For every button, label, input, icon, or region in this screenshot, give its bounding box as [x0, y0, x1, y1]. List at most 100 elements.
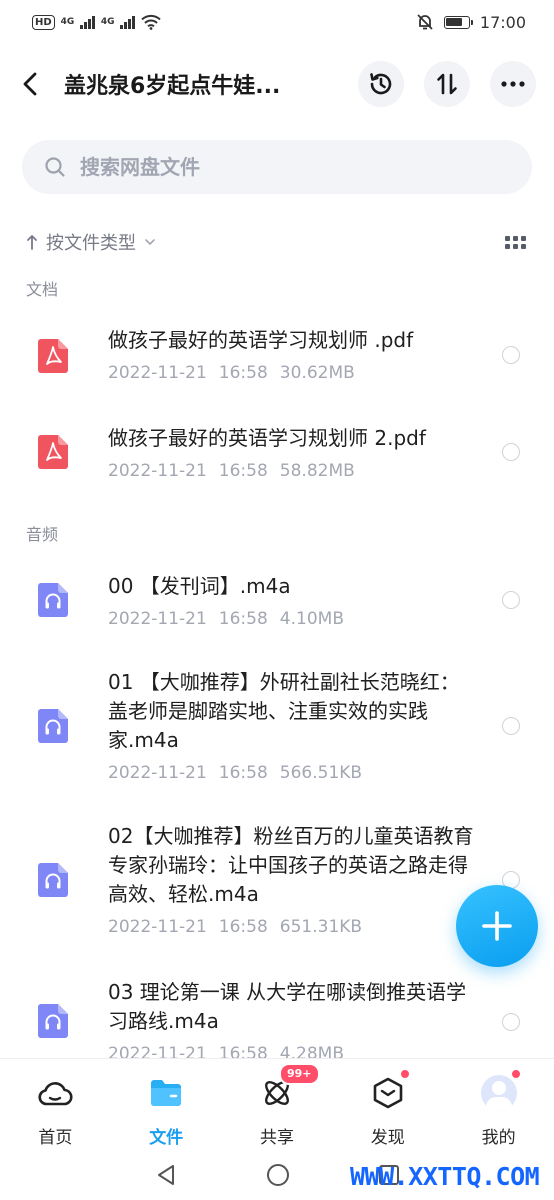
pdf-file-icon — [38, 435, 68, 469]
back-button[interactable] — [22, 64, 54, 104]
file-text: 做孩子最好的英语学习规划师 2.pdf 2022-11-21 16:58 58.82… — [108, 424, 478, 481]
list-item[interactable]: 03 理论第一课 从大学在哪读倒推英语学习路线.m4a 2022-11-21 16… — [0, 972, 554, 1058]
file-name: 01 【大咖推荐】外研社副社长范晓红：盖老师是脚踏实地、注重实效的实践家.m4a — [108, 670, 460, 752]
grid-view-icon[interactable] — [505, 235, 526, 249]
sort-order-button[interactable] — [424, 61, 470, 107]
list-item[interactable]: 做孩子最好的英语学习规划师 .pdf 2022-11-21 16:58 30.62M… — [0, 312, 554, 398]
add-button[interactable] — [456, 885, 538, 967]
audio-file-icon — [38, 863, 68, 897]
chevron-down-icon — [145, 239, 155, 245]
nav-label: 共享 — [259, 1128, 294, 1148]
history-icon — [370, 73, 392, 95]
file-name: 做孩子最好的英语学习规划师 .pdf — [108, 328, 414, 352]
search-bar[interactable] — [22, 140, 532, 194]
select-radio[interactable] — [502, 591, 520, 609]
file-date: 2022-11-21 — [108, 1044, 207, 1058]
file-text: 00 【发刊词】.m4a 2022-11-21 16:58 4.10MB — [108, 572, 478, 629]
battery-icon — [443, 15, 473, 29]
network-label-1: 4G — [60, 17, 75, 27]
hd-badge: HD — [32, 14, 55, 30]
nav-item-discover[interactable]: 发现 — [332, 1059, 443, 1150]
sort-row: 按文件类型 — [26, 224, 526, 260]
bottom-nav: 首页 文件 99+ 共享 发现 我的 — [0, 1058, 554, 1150]
file-text: 03 理论第一课 从大学在哪读倒推英语学习路线.m4a 2022-11-21 16… — [108, 978, 478, 1058]
audio-file-icon — [38, 1004, 68, 1038]
file-date: 2022-11-21 — [108, 609, 207, 629]
folder-icon — [146, 1073, 186, 1113]
select-radio[interactable] — [502, 346, 520, 364]
file-time: 16:58 — [218, 609, 268, 629]
search-icon — [45, 157, 65, 177]
sort-arrow-up-icon — [27, 235, 37, 250]
section-label-audio: 音频 — [26, 525, 59, 544]
nav-label: 文件 — [149, 1128, 184, 1148]
select-radio[interactable] — [502, 443, 520, 461]
list-item[interactable]: 00 【发刊词】.m4a 2022-11-21 16:58 4.10MB — [0, 558, 554, 644]
wifi-icon — [141, 14, 161, 30]
search-input[interactable] — [80, 155, 460, 179]
share-badge: 99+ — [278, 1063, 320, 1085]
profile-dot — [510, 1069, 521, 1079]
file-name: 做孩子最好的英语学习规划师 2.pdf — [108, 426, 426, 450]
file-meta: 2022-11-21 16:58 566.51KB — [108, 763, 478, 783]
pdf-file-icon — [38, 339, 68, 373]
file-meta: 2022-11-21 16:58 30.62MB — [108, 363, 478, 383]
select-radio[interactable] — [502, 717, 520, 735]
nav-item-profile[interactable]: 我的 — [443, 1059, 554, 1150]
file-size: 651.31KB — [279, 917, 363, 937]
nav-home-icon[interactable] — [266, 1163, 290, 1187]
sort-order-icon — [437, 73, 457, 95]
select-radio[interactable] — [502, 1013, 520, 1031]
status-bar: HD 4G 4G 17:00 — [0, 0, 554, 44]
file-meta: 2022-11-21 16:58 4.10MB — [108, 609, 478, 629]
signal-icon — [80, 15, 95, 29]
status-right: 17:00 — [416, 13, 526, 32]
file-time: 16:58 — [218, 917, 268, 937]
nav-back-icon[interactable] — [154, 1163, 178, 1187]
file-date: 2022-11-21 — [108, 917, 207, 937]
file-text: 做孩子最好的英语学习规划师 .pdf 2022-11-21 16:58 30.62M… — [108, 326, 478, 383]
avatar-icon — [480, 1075, 517, 1111]
file-meta: 2022-11-21 16:58 4.28MB — [108, 1044, 478, 1058]
nav-item-share[interactable]: 99+ 共享 — [222, 1059, 333, 1150]
file-time: 16:58 — [218, 363, 268, 383]
home-cloud-icon — [35, 1073, 75, 1113]
nav-label: 首页 — [38, 1128, 73, 1148]
file-meta: 2022-11-21 16:58 58.82MB — [108, 461, 478, 481]
file-name: 03 理论第一课 从大学在哪读倒推英语学习路线.m4a — [108, 980, 467, 1033]
sort-label: 按文件类型 — [46, 233, 136, 254]
share-atom-icon: 99+ — [257, 1063, 320, 1113]
file-time: 16:58 — [218, 763, 268, 783]
header: 盖兆泉6岁起点牛娃... — [0, 50, 554, 118]
file-date: 2022-11-21 — [108, 763, 207, 783]
status-time: 17:00 — [479, 12, 526, 32]
more-icon — [501, 81, 525, 87]
nav-item-home[interactable]: 首页 — [0, 1059, 111, 1150]
file-meta: 2022-11-21 16:58 651.31KB — [108, 917, 478, 937]
file-size: 4.10MB — [279, 609, 344, 629]
nav-label: 我的 — [481, 1128, 516, 1148]
file-size: 4.28MB — [279, 1044, 344, 1058]
file-name: 00 【发刊词】.m4a — [108, 574, 291, 598]
watermark: WWW.XXTTQ.COM — [350, 1162, 540, 1191]
file-text: 01 【大咖推荐】外研社副社长范晓红：盖老师是脚踏实地、注重实效的实践家.m4a… — [108, 668, 478, 783]
file-name: 02【大咖推荐】粉丝百万的儿童英语教育专家孙瑞玲：让中国孩子的英语之路走得高效、… — [108, 824, 474, 906]
history-button[interactable] — [358, 61, 404, 107]
file-time: 16:58 — [218, 1044, 268, 1058]
nav-label: 发现 — [370, 1128, 405, 1148]
file-time: 16:58 — [218, 461, 268, 481]
mute-bell-icon — [417, 14, 433, 30]
sort-by-type-button[interactable]: 按文件类型 — [26, 229, 156, 255]
list-item[interactable]: 做孩子最好的英语学习规划师 2.pdf 2022-11-21 16:58 58.82… — [0, 410, 554, 496]
more-button[interactable] — [490, 61, 536, 107]
network-label-2: 4G — [100, 17, 115, 27]
back-icon — [23, 72, 37, 96]
status-left: HD 4G 4G — [32, 14, 161, 30]
signal-icon — [120, 15, 135, 29]
audio-file-icon — [38, 709, 68, 743]
file-size: 566.51KB — [279, 763, 363, 783]
list-item[interactable]: 01 【大咖推荐】外研社副社长范晓红：盖老师是脚踏实地、注重实效的实践家.m4a… — [0, 662, 554, 790]
file-size: 58.82MB — [279, 461, 355, 481]
nav-item-files[interactable]: 文件 — [111, 1059, 222, 1150]
section-label-documents: 文档 — [26, 280, 59, 299]
